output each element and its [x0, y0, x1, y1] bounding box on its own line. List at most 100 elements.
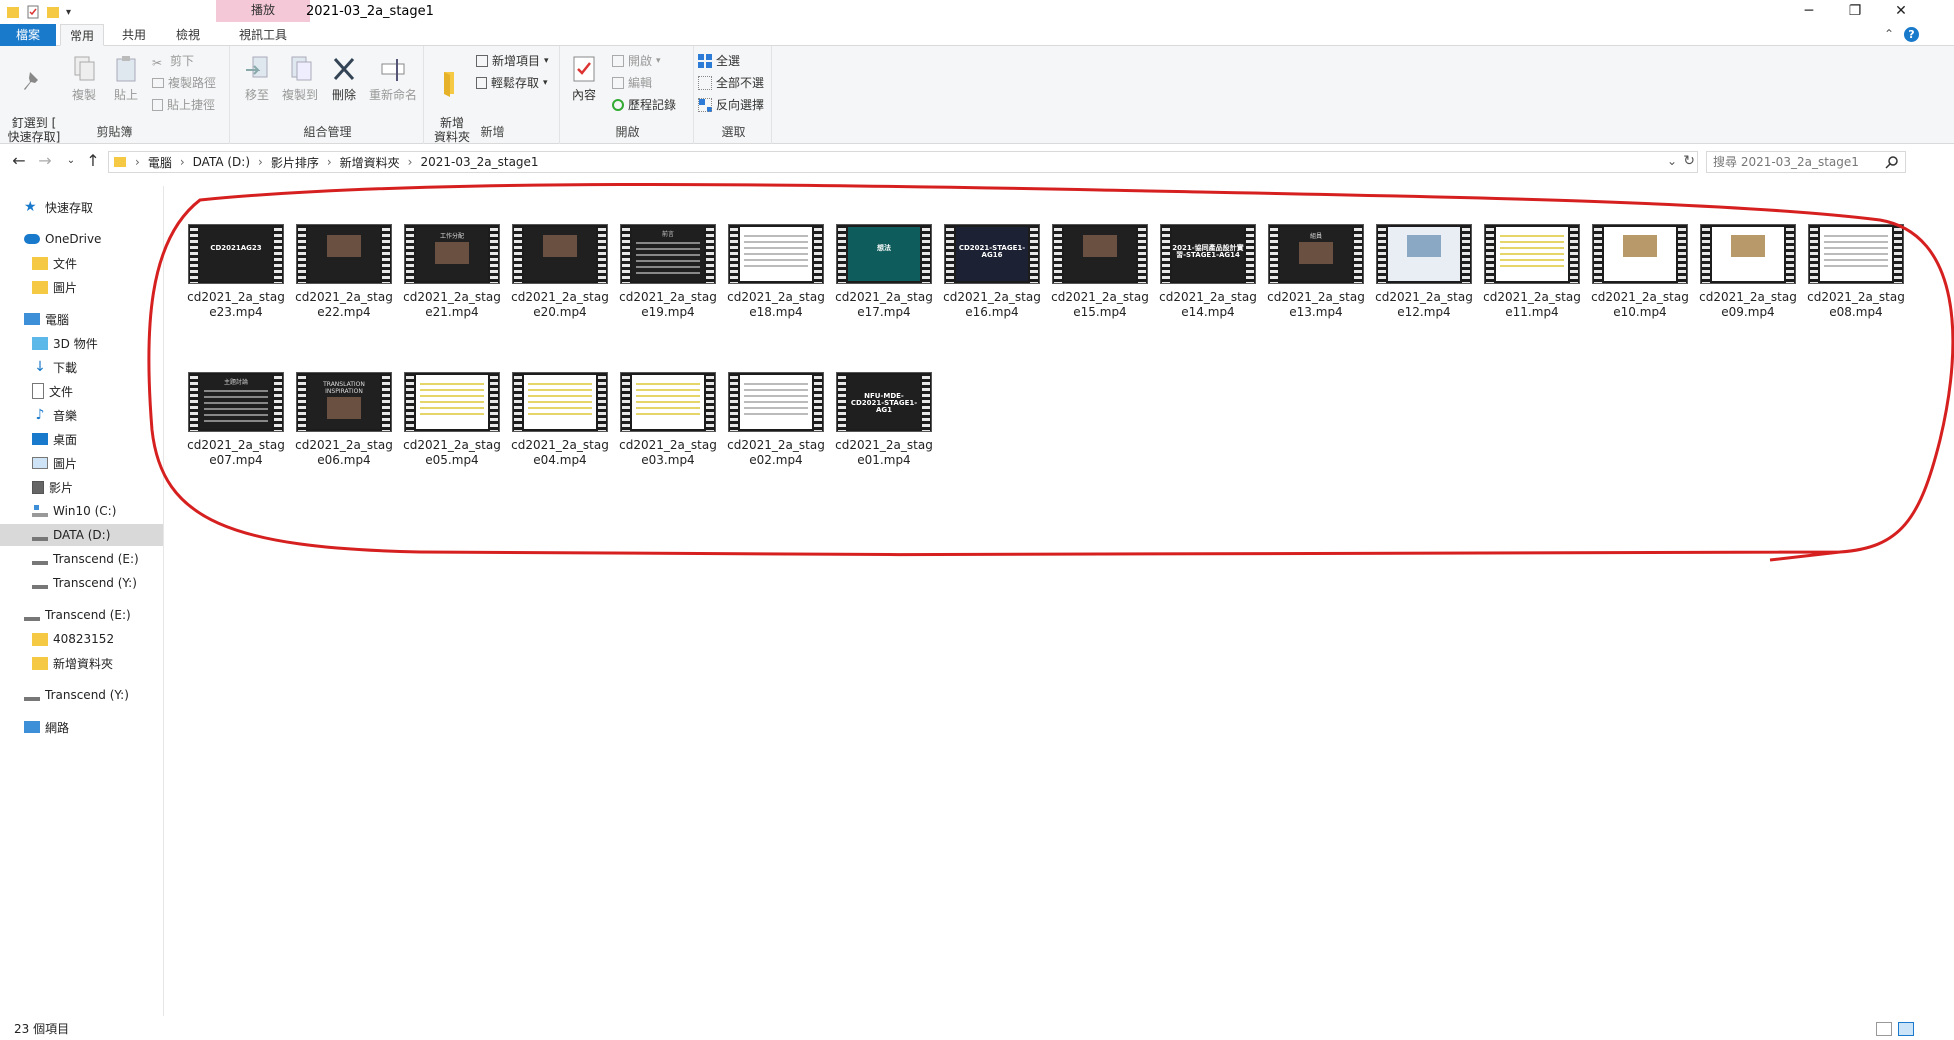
- file-item[interactable]: cd2021_2a_stage02.mp4: [724, 372, 828, 468]
- nav-item-network[interactable]: 網路: [0, 716, 163, 738]
- file-item[interactable]: 前言 cd2021_2a_stage19.mp4: [616, 224, 720, 320]
- paste-button[interactable]: 貼上: [106, 54, 146, 102]
- copy-to-button[interactable]: 複製到: [278, 54, 322, 102]
- nav-item-drive-e[interactable]: Transcend (E:): [0, 548, 163, 570]
- open-button[interactable]: 開啟 ▾: [612, 52, 661, 70]
- help-icon[interactable]: ?: [1904, 27, 1919, 42]
- customize-qat-icon[interactable]: ▾: [66, 7, 71, 18]
- move-to-button[interactable]: 移至: [236, 54, 278, 102]
- easy-access-button[interactable]: 輕鬆存取 ▾: [476, 74, 548, 92]
- file-item[interactable]: cd2021_2a_stage05.mp4: [400, 372, 504, 468]
- restore-button[interactable]: ❐: [1832, 0, 1878, 22]
- file-item[interactable]: cd2021_2a_stage11.mp4: [1480, 224, 1584, 320]
- nav-item-folder-40823152[interactable]: 40823152: [0, 628, 163, 650]
- properties-icon[interactable]: [26, 4, 40, 20]
- breadcrumb-computer[interactable]: 電腦: [148, 154, 172, 171]
- nav-item-transcend-e[interactable]: Transcend (E:): [0, 604, 163, 626]
- file-item[interactable]: NFU-MDE-CD2021-STAGE1-AG1 cd2021_2a_stage…: [832, 372, 936, 468]
- up-arrow-icon[interactable]: ↑: [84, 152, 102, 170]
- tab-share[interactable]: 共用: [110, 24, 158, 46]
- nav-item-documents[interactable]: 文件: [0, 380, 163, 402]
- invert-selection-label: 反向選擇: [716, 98, 765, 112]
- nav-item-computer[interactable]: 電腦: [0, 308, 163, 330]
- new-folder-icon[interactable]: [46, 4, 60, 20]
- file-item[interactable]: cd2021_2a_stage12.mp4: [1372, 224, 1476, 320]
- file-item[interactable]: cd2021_2a_stage10.mp4: [1588, 224, 1692, 320]
- thumbnail-text-line: [1824, 259, 1888, 261]
- file-item[interactable]: CD2021AG23 cd2021_2a_stage23.mp4: [184, 224, 288, 320]
- invert-selection-button[interactable]: 反向選擇: [698, 96, 764, 114]
- cut-button[interactable]: ✂ 剪下: [152, 52, 194, 70]
- close-button[interactable]: ✕: [1878, 0, 1924, 22]
- file-item[interactable]: cd2021_2a_stage04.mp4: [508, 372, 612, 468]
- nav-item-pictures[interactable]: 圖片: [0, 452, 163, 474]
- tab-video-tools[interactable]: 視訊工具: [216, 24, 310, 46]
- nav-item-label: Transcend (Y:): [53, 576, 137, 590]
- file-item[interactable]: CD2021-STAGE1-AG16 cd2021_2a_stage16.mp4: [940, 224, 1044, 320]
- file-item[interactable]: cd2021_2a_stage03.mp4: [616, 372, 720, 468]
- nav-item-music[interactable]: ♪ 音樂: [0, 404, 163, 426]
- forward-arrow-icon[interactable]: →: [36, 152, 54, 170]
- nav-item-drive-d[interactable]: DATA (D:): [0, 524, 163, 546]
- tab-home[interactable]: 常用: [60, 24, 104, 46]
- history-button[interactable]: 歷程記錄: [612, 96, 676, 114]
- file-name: cd2021_2a_stage08.mp4: [1807, 290, 1905, 319]
- nav-item-transcend-y[interactable]: Transcend (Y:): [0, 684, 163, 706]
- large-icons-view-icon[interactable]: [1898, 1022, 1914, 1036]
- file-item[interactable]: cd2021_2a_stage18.mp4: [724, 224, 828, 320]
- file-item[interactable]: 2021-協同產品設計實習-STAGE1-AG14 cd2021_2a_stage…: [1156, 224, 1260, 320]
- breadcrumb-data-drive[interactable]: DATA (D:): [193, 155, 250, 169]
- file-item[interactable]: cd2021_2a_stage09.mp4: [1696, 224, 1800, 320]
- select-none-button[interactable]: 全部不選: [698, 74, 764, 92]
- details-view-icon[interactable]: [1876, 1022, 1892, 1036]
- file-item[interactable]: 組員 cd2021_2a_stage13.mp4: [1264, 224, 1368, 320]
- address-dropdown-icon[interactable]: ⌄: [1667, 154, 1677, 168]
- breadcrumb-video-sort[interactable]: 影片排序: [271, 154, 319, 171]
- nav-item-videos[interactable]: 影片: [0, 476, 163, 498]
- file-item[interactable]: cd2021_2a_stage22.mp4: [292, 224, 396, 320]
- file-item[interactable]: 想法 cd2021_2a_stage17.mp4: [832, 224, 936, 320]
- nav-item-onedrive[interactable]: OneDrive: [0, 228, 163, 250]
- file-item[interactable]: cd2021_2a_stage20.mp4: [508, 224, 612, 320]
- nav-item-new-folder[interactable]: 新增資料夾: [0, 652, 163, 674]
- address-bar[interactable]: › 電腦 › DATA (D:) › 影片排序 › 新增資料夾 › 2021-0…: [108, 151, 1698, 173]
- properties-button[interactable]: 內容: [566, 54, 602, 102]
- nav-item-3d-objects[interactable]: 3D 物件: [0, 332, 163, 354]
- select-all-button[interactable]: 全選: [698, 52, 740, 70]
- nav-item-drive-c[interactable]: Win10 (C:): [0, 500, 163, 522]
- nav-item-quick-access[interactable]: ★ 快速存取: [0, 196, 163, 218]
- copy-button[interactable]: 複製: [64, 54, 104, 102]
- edit-button[interactable]: 編輯: [612, 74, 652, 92]
- search-input[interactable]: 搜尋 2021-03_2a_stage1: [1706, 151, 1906, 173]
- rename-button[interactable]: 重新命名: [364, 54, 422, 102]
- nav-item-label: 圖片: [53, 456, 78, 471]
- refresh-icon[interactable]: ↻: [1683, 153, 1695, 169]
- breadcrumb-new-folder[interactable]: 新增資料夾: [340, 154, 400, 171]
- nav-item-onedrive-pictures[interactable]: 圖片: [0, 276, 163, 298]
- nav-item-desktop[interactable]: 桌面: [0, 428, 163, 450]
- group-select: 全選 全部不選 反向選擇 選取: [696, 46, 772, 144]
- minimize-button[interactable]: ─: [1786, 0, 1832, 22]
- tab-file[interactable]: 檔案: [0, 24, 56, 46]
- file-item[interactable]: TRANSLATION INSPIRATION cd2021_2a_stage06…: [292, 372, 396, 468]
- nav-item-drive-y[interactable]: Transcend (Y:): [0, 572, 163, 594]
- back-arrow-icon[interactable]: ←: [10, 152, 28, 170]
- collapse-ribbon-icon[interactable]: ⌃: [1884, 27, 1894, 41]
- nav-item-downloads[interactable]: ↓ 下載: [0, 356, 163, 378]
- new-item-button[interactable]: 新增項目 ▾: [476, 52, 549, 70]
- breadcrumb-current[interactable]: 2021-03_2a_stage1: [420, 155, 538, 169]
- nav-item-onedrive-documents[interactable]: 文件: [0, 252, 163, 274]
- delete-button[interactable]: 刪除: [324, 54, 364, 102]
- recent-locations-icon[interactable]: ⌄: [62, 152, 80, 170]
- paste-shortcut-button[interactable]: 貼上捷徑: [152, 96, 215, 114]
- file-item[interactable]: 主題討論 cd2021_2a_stage07.mp4: [184, 372, 288, 468]
- copy-path-button[interactable]: 複製路徑: [152, 74, 216, 92]
- tab-view[interactable]: 檢視: [164, 24, 212, 46]
- thumbnail-text: 想法: [877, 244, 891, 252]
- thumbnail-text-line: [744, 395, 808, 397]
- file-item[interactable]: cd2021_2a_stage15.mp4: [1048, 224, 1152, 320]
- file-item[interactable]: cd2021_2a_stage08.mp4: [1804, 224, 1908, 320]
- select-all-icon: [698, 54, 712, 68]
- file-item[interactable]: 工作分配 cd2021_2a_stage21.mp4: [400, 224, 504, 320]
- folder-icon[interactable]: [6, 4, 20, 20]
